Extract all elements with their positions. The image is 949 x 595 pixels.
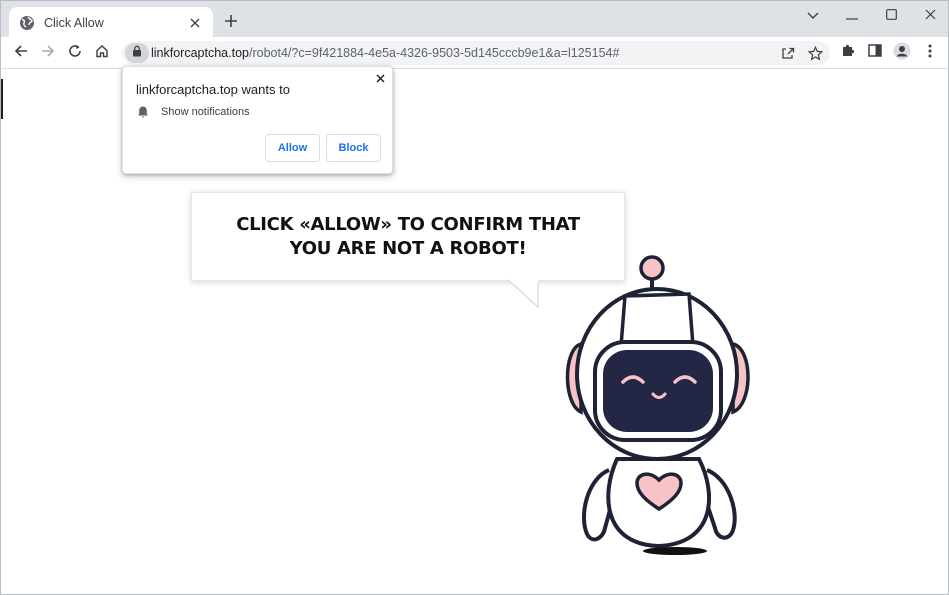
maximize-icon	[885, 7, 897, 25]
home-icon	[95, 44, 109, 63]
home-button[interactable]	[91, 42, 113, 64]
plus-icon	[224, 14, 238, 33]
allow-button[interactable]: Allow	[265, 134, 320, 162]
tab-strip: Click Allow	[0, 0, 949, 38]
minimize-button[interactable]	[838, 5, 866, 27]
window-close-button[interactable]	[916, 5, 944, 27]
extensions-button[interactable]	[837, 42, 859, 64]
notification-permission-prompt: linkforcaptcha.top wants to Show notific…	[122, 66, 393, 174]
close-icon	[375, 70, 385, 88]
lock-icon	[132, 44, 142, 62]
browser-toolbar: linkforcaptcha.top/robot4/?c=9f421884-4e…	[0, 37, 949, 69]
arrow-left-icon	[14, 44, 28, 63]
side-panel-icon	[868, 44, 882, 62]
profile-icon	[893, 42, 911, 65]
puzzle-icon	[841, 43, 856, 63]
star-icon[interactable]	[806, 44, 824, 62]
prompt-permission-label: Show notifications	[161, 106, 250, 118]
close-icon	[925, 7, 936, 25]
site-info-button[interactable]	[125, 43, 149, 63]
minimize-icon	[846, 7, 858, 25]
url-text: linkforcaptcha.top/robot4/?c=9f421884-4e…	[151, 46, 619, 60]
block-button[interactable]: Block	[326, 134, 381, 162]
bell-icon	[136, 105, 150, 119]
close-icon[interactable]	[187, 15, 203, 31]
page-edge-decoration	[1, 79, 3, 119]
profile-button[interactable]	[891, 42, 913, 64]
share-icon[interactable]	[779, 44, 797, 62]
prompt-permission-row: Show notifications	[136, 105, 250, 119]
globe-icon	[19, 15, 35, 31]
page-content: CLICK «ALLOW» TO CONFIRM THAT YOU ARE NO…	[0, 66, 949, 595]
prompt-close-button[interactable]	[373, 72, 387, 86]
back-button[interactable]	[10, 42, 32, 64]
prompt-title: linkforcaptcha.top wants to	[136, 82, 290, 97]
forward-button[interactable]	[37, 42, 59, 64]
url-host: linkforcaptcha.top	[151, 46, 249, 60]
robot-illustration	[565, 255, 750, 555]
side-panel-button[interactable]	[864, 42, 886, 64]
tab-title: Click Allow	[44, 15, 104, 30]
new-tab-button[interactable]	[221, 13, 241, 33]
chevron-down-icon	[807, 7, 819, 25]
menu-button[interactable]	[919, 42, 941, 64]
speech-bubble-tail	[506, 279, 539, 309]
reload-icon	[68, 44, 82, 63]
address-bar[interactable]: linkforcaptcha.top/robot4/?c=9f421884-4e…	[122, 41, 830, 65]
arrow-right-icon	[41, 44, 55, 63]
page-headline: CLICK «ALLOW» TO CONFIRM THAT YOU ARE NO…	[236, 213, 580, 259]
tab-search-button[interactable]	[799, 5, 827, 27]
maximize-button[interactable]	[877, 5, 905, 27]
url-path: /robot4/?c=9f421884-4e5a-4326-9503-5d145…	[248, 46, 620, 60]
reload-button[interactable]	[64, 42, 86, 64]
tab-click-allow[interactable]: Click Allow	[9, 7, 213, 38]
kebab-menu-icon	[928, 44, 932, 63]
